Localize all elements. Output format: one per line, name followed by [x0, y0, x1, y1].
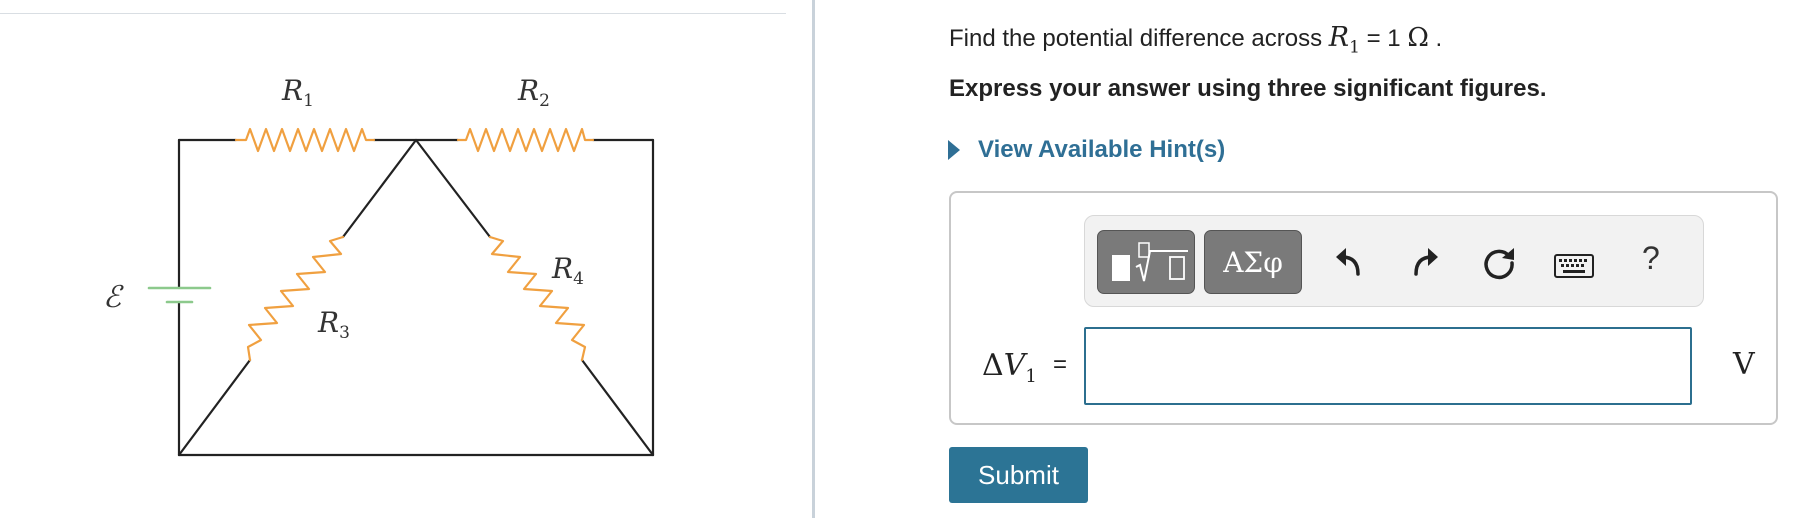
question-text: Find the potential difference across R1 …	[949, 22, 1443, 58]
figure-panel: ℰ R1 R2 R3 R4	[0, 0, 812, 518]
math-toolbar: ΑΣφ ?	[1084, 215, 1704, 307]
resistor-symbol: R1	[1328, 22, 1360, 58]
circuit-diagram: ℰ R1 R2 R3 R4	[103, 74, 655, 457]
question-panel: Find the potential difference across R1 …	[815, 0, 1816, 518]
help-button[interactable]: ?	[1642, 240, 1660, 277]
resistor-r1	[234, 127, 376, 153]
instruction-text: Express your answer using three signific…	[949, 75, 1547, 102]
emf-label: ℰ	[103, 280, 124, 315]
submit-button[interactable]: Submit	[949, 447, 1088, 503]
keyboard-icon[interactable]	[1554, 254, 1594, 278]
resistor-label-r4: R4	[551, 252, 584, 289]
wire-diag-r3-bottom	[177, 358, 252, 457]
unit-label: V	[1733, 347, 1755, 382]
answer-variable-label: ΔV1	[982, 348, 1037, 387]
equals-sign: =	[1053, 351, 1068, 378]
redo-icon[interactable]	[1410, 244, 1440, 278]
wire-diag-r4-bottom	[580, 358, 655, 457]
resistor-r2	[456, 127, 595, 153]
undo-icon[interactable]	[1334, 244, 1364, 278]
templates-icon	[1112, 242, 1188, 282]
resistor-r3	[246, 235, 345, 362]
ohm-symbol: Ω	[1407, 23, 1429, 53]
triangle-right-icon[interactable]	[948, 140, 960, 160]
templates-button[interactable]	[1097, 230, 1195, 294]
wire-diag-r4-top	[414, 138, 492, 239]
answer-container: ΑΣφ ? ΔV1 = V	[949, 191, 1778, 425]
view-hints-label[interactable]: View Available Hint(s)	[978, 136, 1225, 164]
view-hints-link[interactable]: View Available Hint(s)	[948, 135, 1225, 165]
resistor-label-r2: R2	[517, 74, 550, 111]
wire-diag-r3-top	[341, 138, 418, 239]
resistor-label-r1: R1	[281, 74, 314, 111]
answer-input[interactable]	[1084, 327, 1692, 405]
reset-icon[interactable]	[1481, 244, 1517, 280]
symbols-button[interactable]: ΑΣφ	[1204, 230, 1302, 294]
resistor-label-r3: R3	[317, 306, 350, 343]
